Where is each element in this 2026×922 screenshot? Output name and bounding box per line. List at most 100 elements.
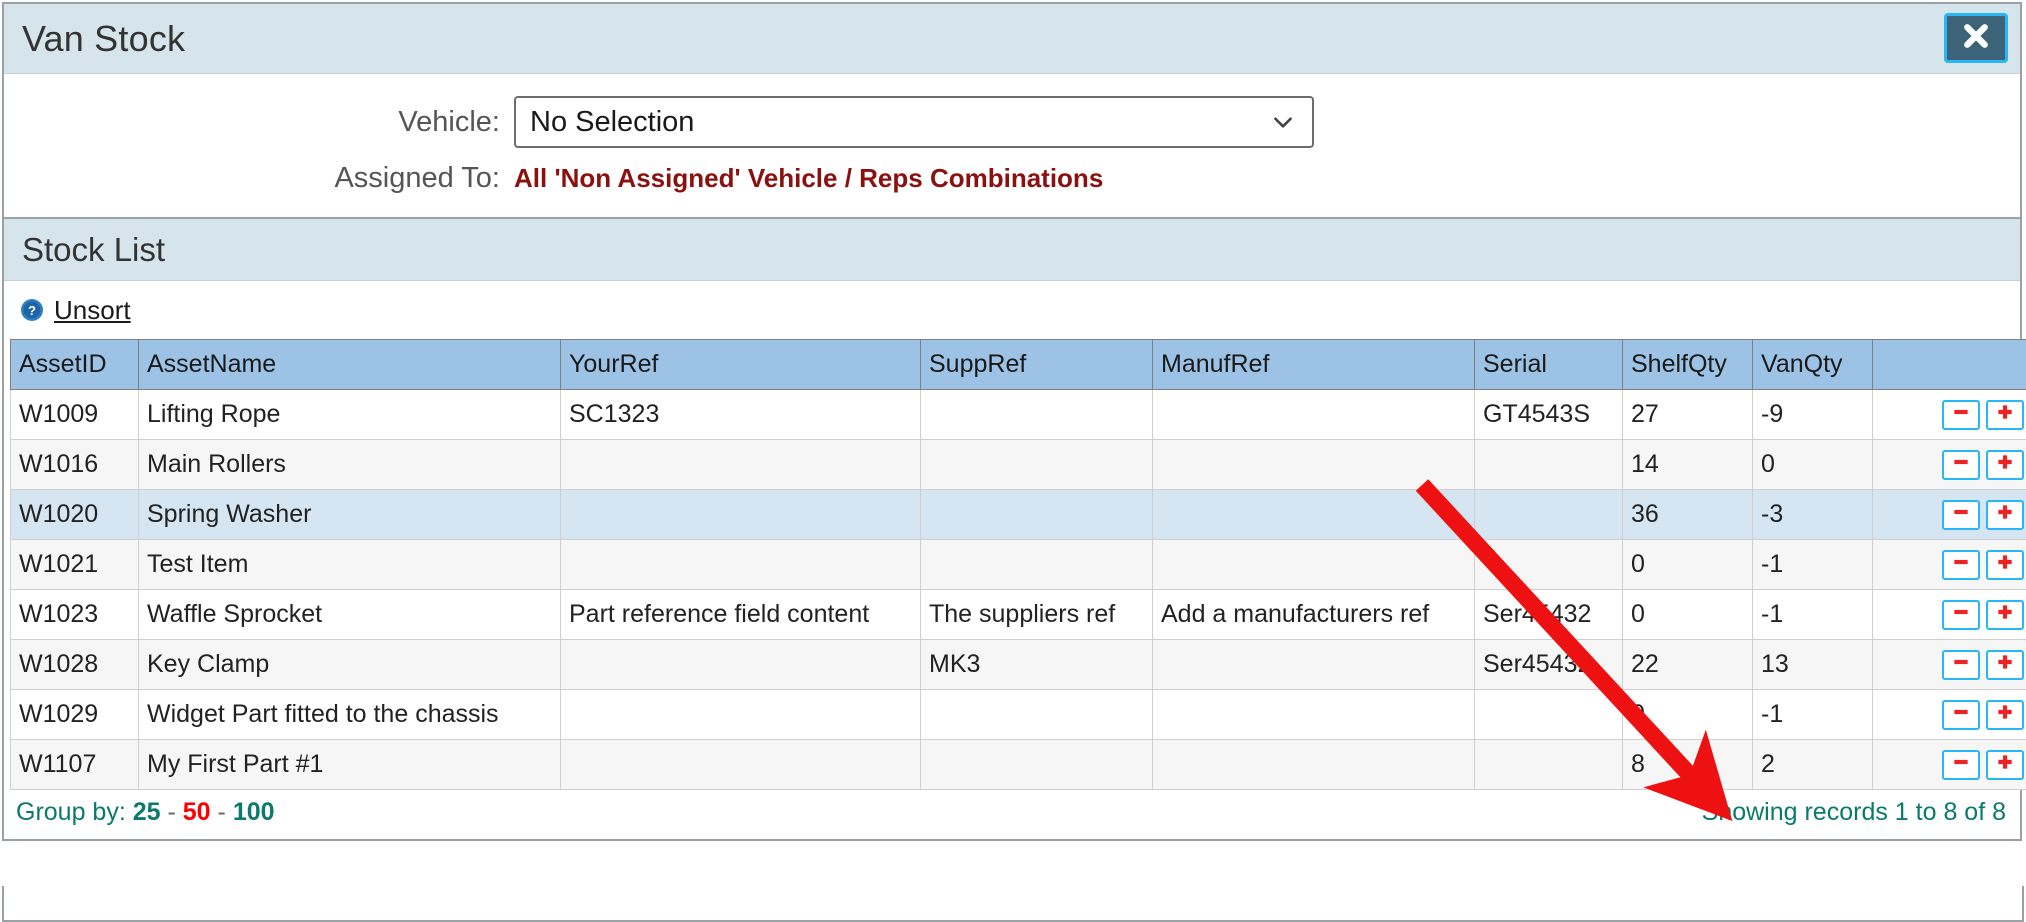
close-x-icon xyxy=(1961,21,1991,56)
column-header-assetname[interactable]: AssetName xyxy=(138,339,561,390)
supp-ref-cell xyxy=(920,389,1153,440)
increment-qty-button[interactable] xyxy=(1986,749,2024,780)
decrement-qty-button[interactable] xyxy=(1942,449,1980,480)
your-ref-cell xyxy=(560,739,921,790)
decrement-qty-button[interactable] xyxy=(1942,749,1980,780)
asset-id-cell: W1107 xyxy=(10,739,139,790)
decrement-qty-button[interactable] xyxy=(1942,649,1980,680)
van-stock-screen: Van Stock Vehicle: No Selection Assigned… xyxy=(0,0,2026,922)
your-ref-cell: SC1323 xyxy=(560,389,921,440)
serial-cell: GT4543S xyxy=(1474,389,1623,440)
minus-icon xyxy=(1951,550,1971,579)
stock-table-footer: Group by: 25 - 50 - 100 Showing records … xyxy=(4,790,2020,839)
decrement-qty-button[interactable] xyxy=(1942,599,1980,630)
manuf-ref-cell xyxy=(1152,639,1475,690)
help-question-icon[interactable]: ? xyxy=(20,298,44,322)
group-by-option-25[interactable]: 25 xyxy=(133,798,161,826)
supp-ref-cell xyxy=(920,439,1153,490)
table-row[interactable]: W1107 My First Part #1 8 2 xyxy=(10,739,2026,790)
column-header-serial[interactable]: Serial xyxy=(1474,339,1623,390)
asset-id-cell: W1028 xyxy=(10,639,139,690)
row-actions-cell xyxy=(1872,689,2026,740)
stock-list-title: Stock List xyxy=(22,230,166,268)
serial-cell xyxy=(1474,689,1623,740)
close-button[interactable] xyxy=(1944,13,2008,63)
shelf-qty-cell: 22 xyxy=(1622,639,1753,690)
column-header-vanqty[interactable]: VanQty xyxy=(1752,339,1873,390)
row-actions-cell xyxy=(1872,639,2026,690)
table-row[interactable]: W1020 Spring Washer 36 -3 xyxy=(10,489,2026,540)
minus-icon xyxy=(1951,700,1971,729)
decrement-qty-button[interactable] xyxy=(1942,549,1980,580)
manuf-ref-cell xyxy=(1152,389,1475,440)
serial-cell xyxy=(1474,489,1623,540)
your-ref-cell xyxy=(560,539,921,590)
assigned-to-row: Assigned To: All 'Non Assigned' Vehicle … xyxy=(4,162,2020,195)
manuf-ref-cell xyxy=(1152,739,1475,790)
vehicle-select[interactable]: No Selection xyxy=(514,96,1314,148)
unsort-link[interactable]: Unsort xyxy=(54,295,131,326)
increment-qty-button[interactable] xyxy=(1986,399,2024,430)
group-by-option-100[interactable]: 100 xyxy=(233,798,275,826)
group-by-separator-2: - xyxy=(217,798,226,826)
asset-name-cell: Waffle Sprocket xyxy=(138,589,561,640)
shelf-qty-cell: 8 xyxy=(1622,739,1753,790)
table-row[interactable]: W1021 Test Item 0 -1 xyxy=(10,539,2026,590)
supp-ref-cell: MK3 xyxy=(920,639,1153,690)
column-header-yourref[interactable]: YourRef xyxy=(560,339,921,390)
table-row[interactable]: W1009 Lifting Rope SC1323 GT4543S 27 -9 xyxy=(10,389,2026,440)
table-row[interactable]: W1023 Waffle Sprocket Part reference field… xyxy=(10,589,2026,640)
row-actions-cell xyxy=(1872,589,2026,640)
column-header-manufref[interactable]: ManufRef xyxy=(1152,339,1475,390)
minus-icon xyxy=(1951,500,1971,529)
manuf-ref-cell xyxy=(1152,689,1475,740)
manuf-ref-cell: Add a manufacturers ref xyxy=(1152,589,1475,640)
shelf-qty-cell: 36 xyxy=(1622,489,1753,540)
serial-cell xyxy=(1474,539,1623,590)
vehicle-form: Vehicle: No Selection Assigned To: All '… xyxy=(4,74,2020,219)
plus-icon xyxy=(1995,650,2015,679)
column-header-actions xyxy=(1872,339,2026,390)
column-header-assetid[interactable]: AssetID xyxy=(10,339,139,390)
shelf-qty-cell: 0 xyxy=(1622,589,1753,640)
table-row[interactable]: W1028 Key Clamp MK3 Ser45432 22 13 xyxy=(10,639,2026,690)
decrement-qty-button[interactable] xyxy=(1942,499,1980,530)
increment-qty-button[interactable] xyxy=(1986,649,2024,680)
plus-icon xyxy=(1995,600,2015,629)
chevron-down-icon xyxy=(1270,109,1296,135)
table-row[interactable]: W1029 Widget Part fitted to the chassis 0-… xyxy=(10,689,2026,740)
plus-icon xyxy=(1995,700,2015,729)
asset-name-cell: Lifting Rope xyxy=(138,389,561,440)
decrement-qty-button[interactable] xyxy=(1942,399,1980,430)
column-header-shelfqty[interactable]: ShelfQty xyxy=(1622,339,1753,390)
serial-cell: Ser45432 xyxy=(1474,639,1623,690)
van-qty-cell: 13 xyxy=(1752,639,1873,690)
shelf-qty-cell: 14 xyxy=(1622,439,1753,490)
asset-id-cell: W1020 xyxy=(10,489,139,540)
vehicle-row: Vehicle: No Selection xyxy=(4,96,2020,148)
asset-name-cell: Widget Part fitted to the chassis xyxy=(138,689,561,740)
increment-qty-button[interactable] xyxy=(1986,499,2024,530)
increment-qty-button[interactable] xyxy=(1986,549,2024,580)
svg-text:?: ? xyxy=(28,303,36,318)
table-row[interactable]: W1016 Main Rollers 14 0 xyxy=(10,439,2026,490)
plus-icon xyxy=(1995,450,2015,479)
your-ref-cell xyxy=(560,439,921,490)
asset-id-cell: W1029 xyxy=(10,689,139,740)
page-title: Van Stock xyxy=(22,17,186,59)
group-by-option-50[interactable]: 50 xyxy=(183,798,211,826)
van-stock-modal: Van Stock Vehicle: No Selection Assigned… xyxy=(2,2,2026,841)
showing-records-status: Showing records 1 to 8 of 8 xyxy=(1701,798,2006,826)
group-by-control: Group by: 25 - 50 - 100 xyxy=(16,798,275,827)
increment-qty-button[interactable] xyxy=(1986,599,2024,630)
supp-ref-cell xyxy=(920,689,1153,740)
increment-qty-button[interactable] xyxy=(1986,449,2024,480)
column-header-suppref[interactable]: SuppRef xyxy=(920,339,1153,390)
stock-table: AssetID AssetName YourRef SuppRef ManufR… xyxy=(10,339,2026,790)
modal-titlebar: Van Stock xyxy=(4,4,2020,74)
modal-bottom-strip xyxy=(2,886,2024,922)
increment-qty-button[interactable] xyxy=(1986,699,2024,730)
minus-icon xyxy=(1951,450,1971,479)
decrement-qty-button[interactable] xyxy=(1942,699,1980,730)
van-qty-cell: -1 xyxy=(1752,539,1873,590)
